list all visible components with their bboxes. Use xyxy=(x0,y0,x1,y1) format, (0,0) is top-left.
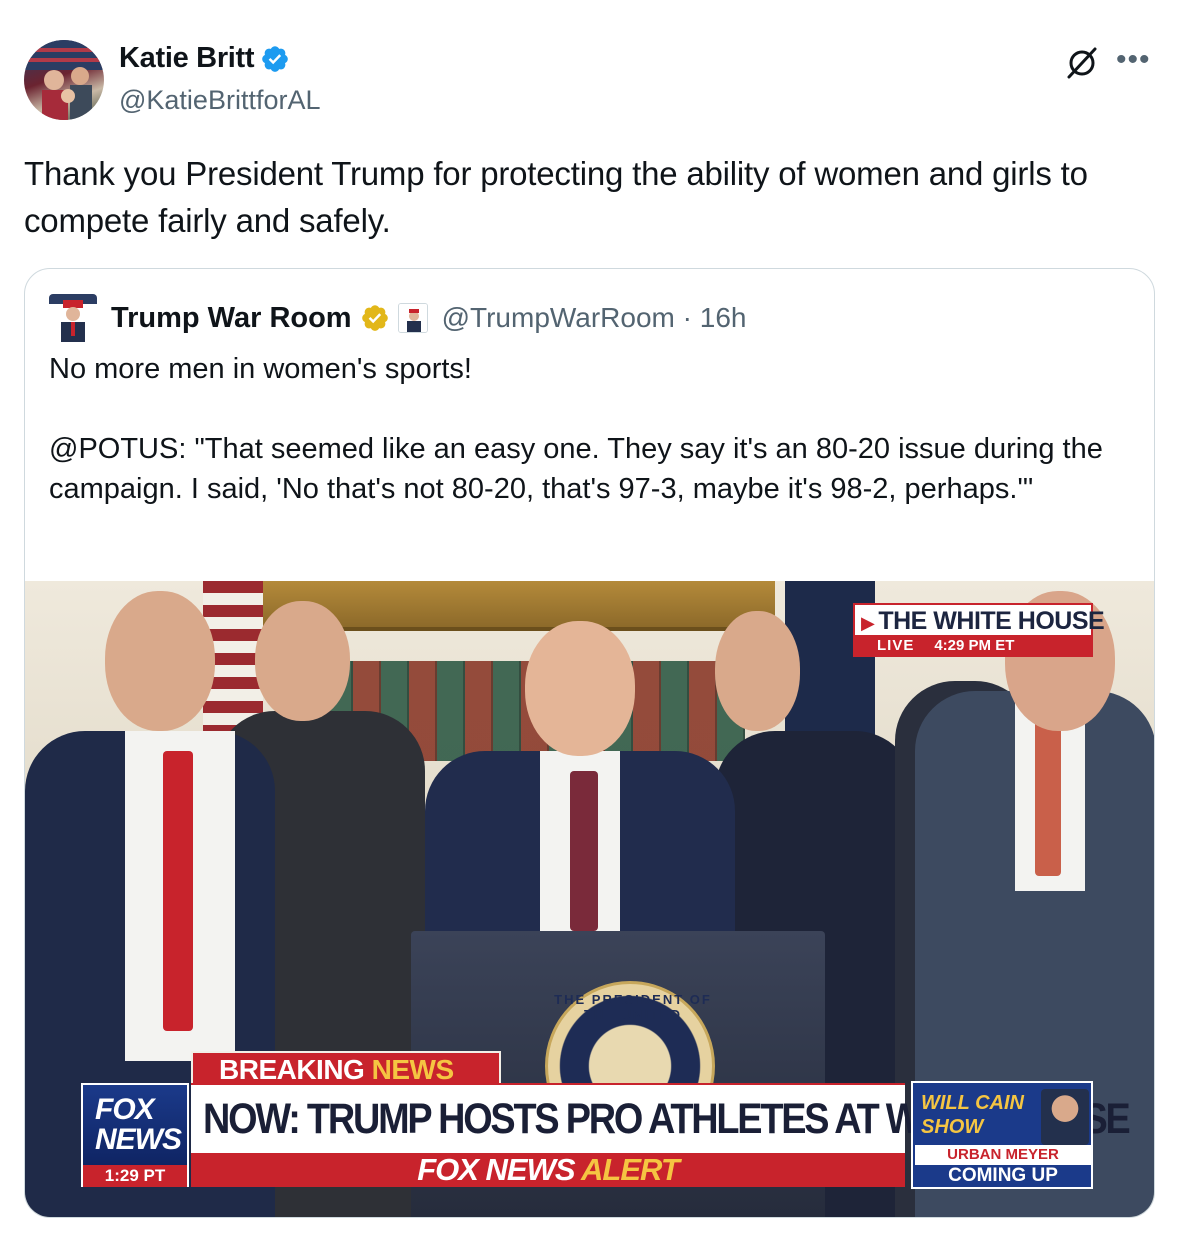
person-head xyxy=(715,611,800,731)
fox-news-time: 1:29 PT xyxy=(83,1165,187,1187)
breaking-news-word: NEWS xyxy=(371,1054,455,1085)
location-title: ▶ THE WHITE HOUSE xyxy=(861,607,1105,636)
quoted-tweet-media[interactable]: THE PRESIDENT OF THE UNITED ▶ THE WHITE H… xyxy=(25,581,1154,1217)
person-tie xyxy=(1035,706,1061,876)
verified-blue-badge-icon[interactable] xyxy=(260,44,290,74)
promo-show-name: WILL CAIN SHOW xyxy=(921,1092,1024,1138)
author-avatar-photo xyxy=(24,40,104,120)
quoted-tweet-header: Trump War Room @TrumpWarRoom · 16h xyxy=(49,294,747,342)
location-badge: ▶ THE WHITE HOUSE LIVE 4:29 PM ET xyxy=(853,603,1105,657)
play-triangle-icon: ▶ xyxy=(861,613,875,633)
author-name-row: Katie Britt xyxy=(119,42,290,75)
verified-gold-badge-icon[interactable] xyxy=(360,303,390,333)
live-label: LIVE xyxy=(877,636,915,654)
live-bar: LIVE 4:29 PM ET xyxy=(855,635,1091,655)
alert-text: FOX NEWS ALERT xyxy=(417,1152,680,1187)
chyron-headline: NOW: TRUMP HOSTS PRO ATHLETES AT WHITE H… xyxy=(191,1083,1131,1153)
location-title-text: THE WHITE HOUSE xyxy=(878,607,1105,635)
tweet-text: Thank you President Trump for protecting… xyxy=(24,155,1088,239)
affiliate-badge-icon[interactable] xyxy=(397,303,428,333)
author-avatar[interactable] xyxy=(24,40,104,120)
live-time: 4:29 PM ET xyxy=(934,636,1015,654)
quoted-avatar-photo xyxy=(49,294,97,342)
promo-guest-photo xyxy=(1041,1089,1089,1145)
quoted-author-name[interactable]: Trump War Room xyxy=(111,302,352,335)
quoted-timestamp[interactable]: 16h xyxy=(700,302,747,333)
person-head xyxy=(255,601,350,721)
quoted-author-avatar[interactable] xyxy=(49,294,97,342)
quoted-tweet-text: No more men in women's sports! @POTUS: "… xyxy=(49,353,1103,505)
speaker-tie xyxy=(570,771,598,931)
quoted-separator: · xyxy=(682,302,692,333)
quoted-author-handle[interactable]: @TrumpWarRoom · 16h xyxy=(442,302,747,334)
quoted-handle-text: @TrumpWarRoom xyxy=(441,302,675,333)
speaker-head xyxy=(525,621,635,756)
grok-icon[interactable] xyxy=(1065,46,1099,80)
quoted-tweet-card[interactable]: Trump War Room @TrumpWarRoom · 16h No mo… xyxy=(24,268,1155,1218)
red-tie xyxy=(163,751,193,1031)
breaking-news-tag: BREAKING NEWS xyxy=(191,1051,501,1085)
promo-coming-up: COMING UP xyxy=(948,1165,1058,1186)
breaking-word: BREAKING xyxy=(219,1054,365,1085)
more-options-icon[interactable]: ••• xyxy=(1116,45,1151,75)
fox-news-alert-bar: FOX NEWS ALERT xyxy=(191,1153,905,1187)
fox-news-logo-text: FOX NEWS xyxy=(95,1093,182,1156)
author-handle[interactable]: @KatieBrittforAL xyxy=(119,85,321,116)
alert-word-1: FOX NEWS xyxy=(417,1152,575,1187)
affiliate-badge-image xyxy=(398,304,427,332)
alert-word-2: ALERT xyxy=(581,1152,680,1187)
author-name[interactable]: Katie Britt xyxy=(119,42,255,75)
show-promo: WILL CAIN SHOW URBAN MEYER COMING UP xyxy=(911,1081,1093,1189)
fox-news-logo: FOX NEWS 1:29 PT xyxy=(81,1083,189,1187)
promo-guest-name: URBAN MEYER xyxy=(915,1145,1091,1165)
person-head xyxy=(105,591,215,731)
